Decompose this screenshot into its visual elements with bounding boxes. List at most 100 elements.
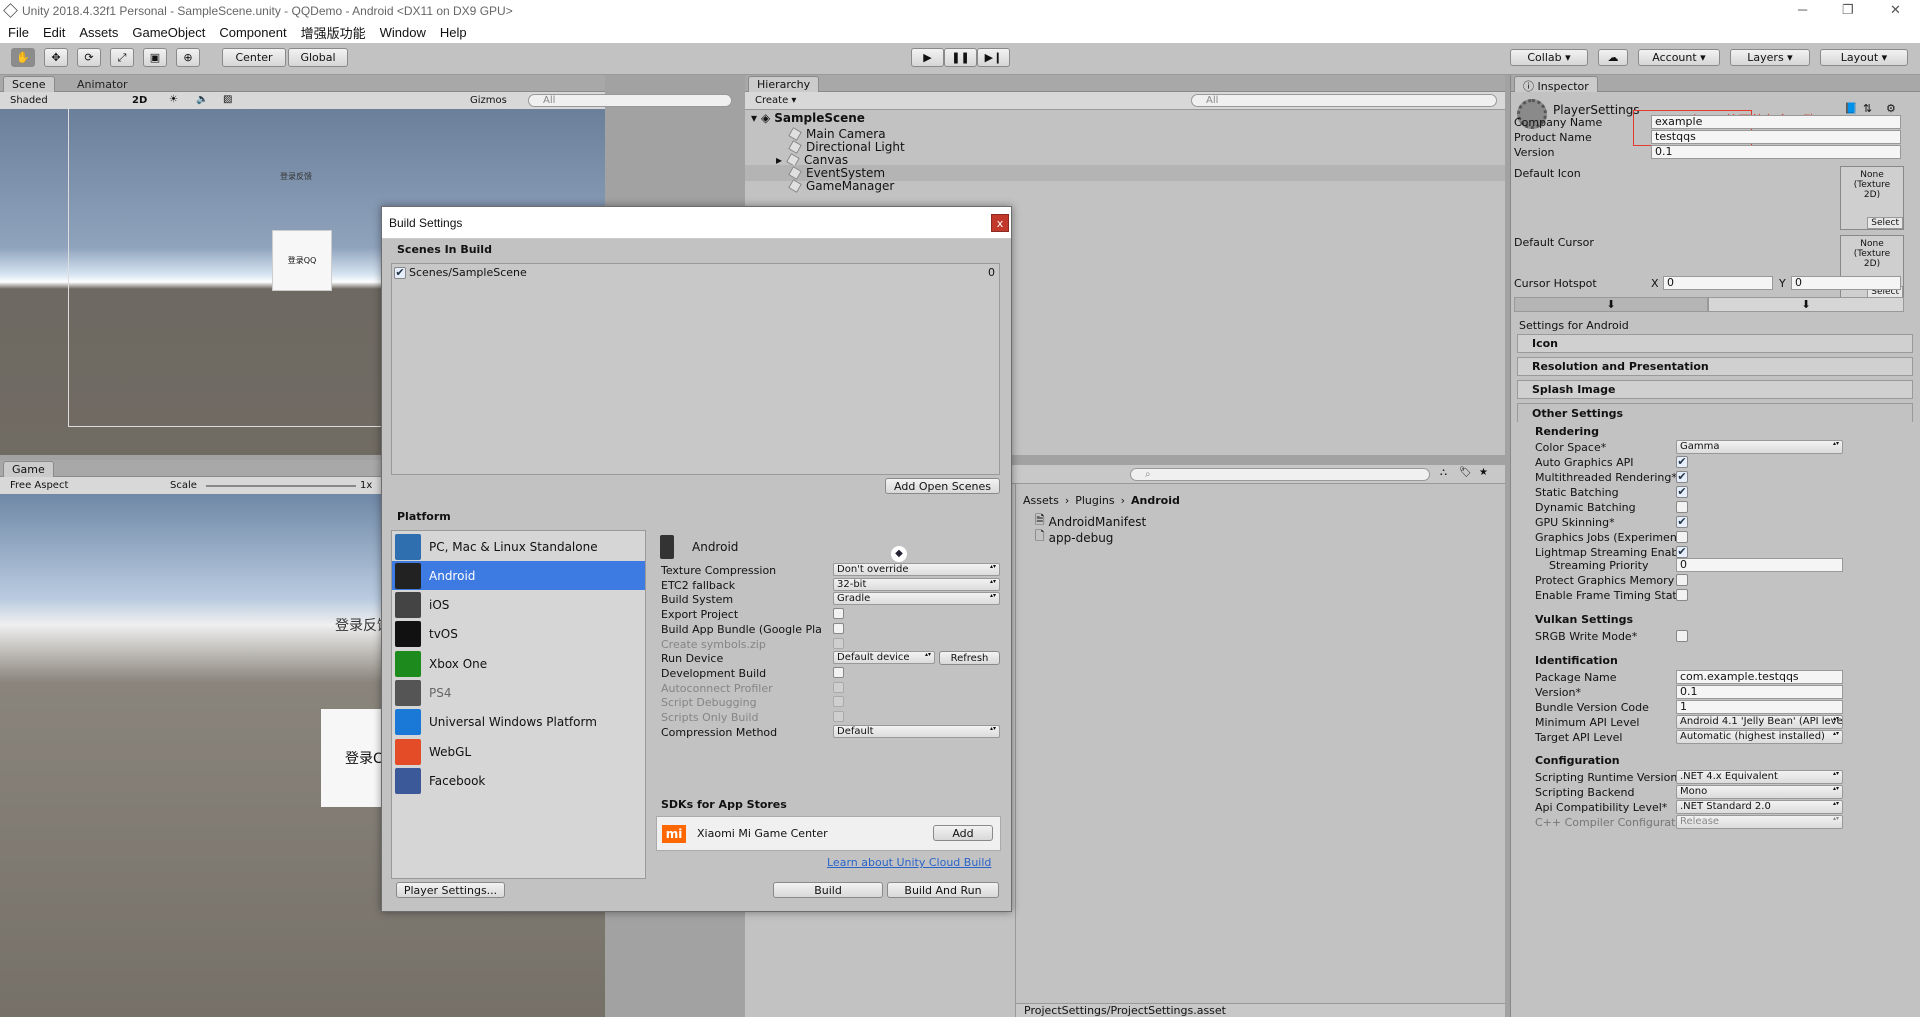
lighting-icon[interactable]: ☀	[169, 94, 178, 105]
play-icon[interactable]: ▶	[911, 48, 944, 67]
section-other-settings[interactable]: Other Settings	[1517, 403, 1913, 422]
hierarchy-item[interactable]: GameManager	[745, 178, 1505, 194]
platform-item[interactable]: Facebook	[392, 766, 645, 795]
pivot-global-button[interactable]: Global	[288, 48, 348, 67]
runtime-dropdown[interactable]: .NET 4.x Equivalent	[1676, 770, 1843, 784]
build-option-dropdown[interactable]: Don't override	[833, 563, 1000, 576]
package-name-field[interactable]: com.example.testqqs	[1676, 670, 1843, 684]
scene-include-checkbox[interactable]: ✔	[394, 266, 406, 279]
add-open-scenes-button[interactable]: Add Open Scenes	[885, 478, 1000, 494]
tab-inspector[interactable]: ⓘ Inspector	[1514, 76, 1598, 93]
compat-dropdown[interactable]: .NET Standard 2.0	[1676, 800, 1843, 814]
menu-item[interactable]: Edit	[43, 25, 65, 40]
hotspot-y-field[interactable]: 0	[1791, 276, 1901, 290]
menu-item[interactable]: GameObject	[132, 25, 205, 40]
menu-item[interactable]: 增强版功能	[301, 23, 366, 42]
rect-tool-icon[interactable]: ▣	[143, 48, 167, 67]
breadcrumb-android[interactable]: Android	[1131, 494, 1180, 507]
tab-standalone-icon[interactable]: ⬇	[1514, 297, 1708, 312]
breadcrumb-assets[interactable]: Assets	[1023, 494, 1059, 507]
cloud-build-link[interactable]: Learn about Unity Cloud Build	[827, 856, 991, 869]
build-option-checkbox[interactable]	[833, 696, 844, 708]
aspect-dropdown[interactable]: Free Aspect	[10, 480, 68, 491]
scene-list-item[interactable]: ✔ Scenes/SampleScene 0	[394, 266, 997, 279]
maximize-icon[interactable]: ❐	[1842, 2, 1854, 18]
audio-icon[interactable]: 🔈	[196, 94, 208, 105]
pause-icon[interactable]: ❚❚	[944, 48, 977, 67]
rendering-option-checkbox[interactable]: ✔	[1676, 456, 1688, 468]
tab-scene[interactable]: Scene	[3, 76, 55, 92]
scale-slider[interactable]	[206, 485, 356, 487]
bundle-code-field[interactable]: 1	[1676, 700, 1843, 714]
build-option-dropdown[interactable]: Gradle	[833, 592, 1000, 606]
tab-animator[interactable]: Animator	[68, 76, 137, 92]
settings-gear-menu-icon[interactable]: ⚙	[1886, 102, 1896, 115]
account-dropdown[interactable]: Account ▾	[1638, 49, 1720, 66]
backend-dropdown[interactable]: Mono	[1676, 785, 1843, 799]
tab-hierarchy[interactable]: Hierarchy	[748, 76, 820, 92]
layout-dropdown[interactable]: Layout ▾	[1820, 49, 1908, 66]
collab-button[interactable]: Collab ▾	[1510, 49, 1588, 66]
step-icon[interactable]: ▶❙	[977, 48, 1010, 67]
platform-item[interactable]: WebGL	[392, 737, 645, 766]
filter-type-icon[interactable]: ⛬	[1440, 467, 1447, 478]
menu-item[interactable]: File	[8, 25, 29, 40]
scene-root-row[interactable]: ▾ ◈ SampleScene	[745, 110, 1505, 126]
shading-dropdown[interactable]: Shaded	[10, 95, 48, 106]
menu-item[interactable]: Help	[440, 25, 467, 40]
rendering-option-checkbox[interactable]: ✔	[1676, 516, 1688, 528]
mode-2d-toggle[interactable]: 2D	[132, 95, 147, 106]
close-icon[interactable]: ✕	[1890, 2, 1901, 18]
cpp-config-dropdown[interactable]: Release	[1676, 815, 1843, 829]
build-option-dropdown[interactable]: 32-bit	[833, 577, 1000, 591]
hand-tool-icon[interactable]: ✋	[11, 48, 35, 67]
transform-tool-icon[interactable]: ⊕	[176, 48, 200, 67]
minimize-icon[interactable]: ─	[1798, 2, 1807, 17]
default-icon-slot[interactable]: None (Texture 2D) Select	[1840, 166, 1904, 230]
project-search-input[interactable]: ⌕	[1130, 468, 1430, 481]
rendering-option-checkbox[interactable]: ✔	[1676, 486, 1688, 498]
preset-icon[interactable]: ⇅	[1863, 102, 1872, 115]
srgb-checkbox[interactable]	[1676, 630, 1688, 642]
menu-item[interactable]: Window	[380, 25, 426, 40]
refresh-button[interactable]: Refresh	[939, 651, 1000, 666]
build-button[interactable]: Build	[773, 882, 883, 898]
platform-item[interactable]: Android	[392, 561, 645, 591]
hotspot-x-field[interactable]: 0	[1663, 276, 1773, 290]
file-item-app-debug[interactable]: 🗋 app-debug	[1035, 527, 1113, 548]
scene-search-input[interactable]: All	[528, 94, 732, 107]
rendering-option-checkbox[interactable]: ✔	[1676, 471, 1688, 483]
close-button[interactable]: x	[991, 214, 1009, 232]
platform-item[interactable]: PS4	[392, 679, 645, 708]
gizmos-dropdown[interactable]: Gizmos	[470, 95, 507, 106]
hierarchy-search-input[interactable]: All	[1191, 94, 1497, 107]
color-space-dropdown[interactable]: Gamma	[1676, 440, 1843, 454]
target-api-dropdown[interactable]: Automatic (highest installed)	[1676, 730, 1843, 744]
tab-android-icon[interactable]: ⬇	[1708, 297, 1904, 312]
protect-memory-checkbox[interactable]	[1676, 574, 1688, 586]
build-option-checkbox[interactable]	[833, 711, 844, 722]
platform-item[interactable]: Xbox One	[392, 649, 645, 678]
platform-item[interactable]: tvOS	[392, 620, 645, 649]
build-option-checkbox[interactable]	[833, 608, 844, 620]
menu-item[interactable]: Component	[219, 25, 286, 40]
build-option-checkbox[interactable]	[833, 666, 844, 678]
run-device-dropdown[interactable]: Default device	[833, 651, 935, 665]
create-dropdown[interactable]: Create ▾	[755, 95, 796, 106]
platform-item[interactable]: PC, Mac & Linux Standalone	[392, 532, 645, 561]
platform-item[interactable]: iOS	[392, 591, 645, 620]
rendering-option-checkbox[interactable]	[1676, 501, 1688, 513]
favorite-star-icon[interactable]: ★	[1479, 467, 1488, 478]
version2-field[interactable]: 0.1	[1676, 685, 1843, 699]
scale-tool-icon[interactable]: ⤢	[110, 48, 134, 67]
rendering-option-checkbox[interactable]	[1676, 531, 1688, 543]
platform-item[interactable]: Universal Windows Platform	[392, 708, 645, 737]
move-tool-icon[interactable]: ✥	[44, 48, 68, 67]
build-option-checkbox[interactable]	[833, 637, 844, 649]
filter-label-icon[interactable]: 🏷	[1459, 467, 1472, 478]
effects-icon[interactable]: ▨	[223, 94, 232, 105]
tab-game[interactable]: Game	[3, 461, 54, 477]
section-splash[interactable]: Splash Image	[1517, 380, 1913, 399]
build-option-dropdown[interactable]: Default	[833, 724, 1000, 738]
frame-timing-checkbox[interactable]	[1676, 589, 1688, 601]
